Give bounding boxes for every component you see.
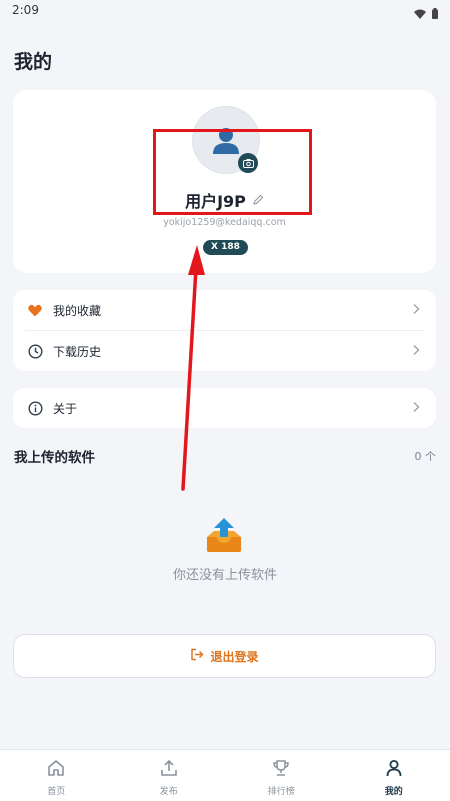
status-bar: 2:09	[0, 0, 450, 22]
menu-item-label: 我的收藏	[53, 302, 101, 319]
status-time: 2:09	[12, 3, 39, 17]
logout-icon	[190, 648, 204, 664]
upload-tray-icon	[205, 517, 243, 557]
menu-card-about: 关于	[13, 388, 436, 428]
logout-button[interactable]: 退出登录	[13, 634, 436, 678]
bottom-nav: 首页 发布 排行榜 我的	[0, 749, 450, 801]
person-icon	[384, 758, 404, 782]
edit-pencil-icon[interactable]	[252, 191, 264, 210]
chevron-right-icon	[412, 344, 420, 359]
trophy-icon	[271, 758, 291, 782]
points-badge: X 188	[203, 240, 248, 255]
nav-item-ranking[interactable]: 排行榜	[225, 750, 338, 801]
home-icon	[46, 758, 66, 782]
username-row: 用户J9P	[13, 188, 436, 212]
profile-card: 用户J9P yokijo1259@kedaiqq.com X 188	[13, 90, 436, 273]
nav-item-publish[interactable]: 发布	[113, 750, 226, 801]
menu-item-download-history[interactable]: 下载历史	[13, 331, 436, 371]
clock-icon	[27, 343, 43, 359]
battery-icon	[432, 4, 438, 23]
menu-item-label: 下载历史	[53, 343, 101, 360]
logout-label: 退出登录	[210, 648, 258, 665]
nav-label: 首页	[47, 784, 65, 797]
user-email: yokijo1259@kedaiqq.com	[13, 217, 436, 228]
nav-item-home[interactable]: 首页	[0, 750, 113, 801]
heart-icon	[27, 302, 43, 318]
uploads-section-title: 我上传的软件	[14, 446, 95, 466]
wifi-icon	[414, 4, 426, 23]
menu-item-label: 关于	[53, 400, 77, 417]
empty-state-text: 你还没有上传软件	[0, 564, 450, 583]
upload-icon	[159, 758, 179, 782]
page-title: 我的	[14, 47, 52, 74]
nav-label: 发布	[160, 784, 178, 797]
menu-card-main: 我的收藏 下载历史	[13, 290, 436, 371]
info-icon	[27, 400, 43, 416]
menu-item-favorites[interactable]: 我的收藏	[13, 290, 436, 330]
nav-label: 我的	[385, 784, 403, 797]
menu-item-about[interactable]: 关于	[13, 388, 436, 428]
status-icons	[414, 4, 438, 23]
nav-item-mine[interactable]: 我的	[338, 750, 450, 801]
person-avatar-icon	[211, 125, 241, 155]
chevron-right-icon	[412, 401, 420, 416]
uploads-count: 0 个	[415, 448, 437, 464]
nav-label: 排行榜	[268, 784, 295, 797]
camera-icon[interactable]	[238, 153, 258, 173]
chevron-right-icon	[412, 303, 420, 318]
username: 用户J9P	[185, 188, 246, 212]
